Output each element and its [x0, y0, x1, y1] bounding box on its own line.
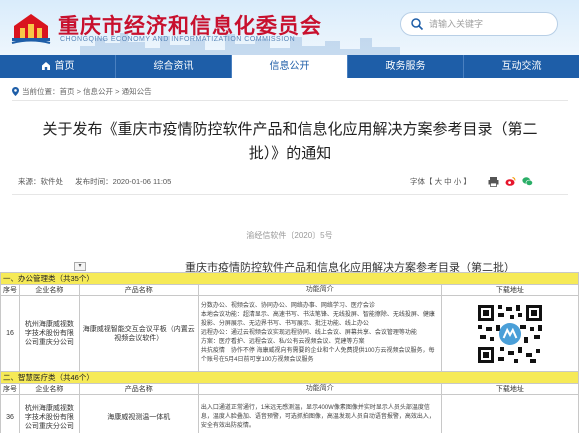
nav-item-home[interactable]: 首页	[0, 55, 116, 78]
search-input[interactable]	[429, 16, 551, 32]
category-label: 二、智慧医疗类（共46个）	[0, 371, 579, 384]
article-source: 来源：软件处	[18, 177, 63, 186]
breadcrumb-label: 当前位置：	[22, 87, 60, 96]
category-label: 一、办公管理类（共35个）	[0, 272, 579, 285]
table-header-row: 序号 企业名称 产品名称 功能简介 下载地址	[0, 284, 579, 296]
breadcrumb: 当前位置：首页 > 信息公开 > 通知公告	[12, 86, 152, 97]
column-header-company: 企业名称	[19, 383, 80, 395]
search-box[interactable]	[400, 12, 558, 36]
column-header-no: 序号	[0, 383, 20, 395]
row-product: 海康威视智能交互会议平板（内置云视频会议软件）	[78, 295, 199, 372]
breadcrumb-home[interactable]: 首页	[60, 87, 75, 96]
download-qr-code[interactable]	[475, 302, 544, 365]
divider	[12, 194, 568, 195]
table-category-row: 一、办公管理类（共35个）	[0, 272, 579, 285]
row-intro: 分数办公、视频会议、协同办公、网络办事、网络学习、医疗会诊 本地会议功能：超清显…	[197, 295, 442, 372]
article-date: 发布时间：2020-01-06 11:05	[75, 177, 172, 186]
nav-item-services[interactable]: 政务服务	[348, 55, 464, 78]
table-row: 36 杭州海康威视数字技术股份有限公司重庆分公司 海康威视测温一体机 出入口通道…	[0, 394, 579, 433]
column-header-intro: 功能简介	[197, 284, 442, 296]
article-title: 关于发布《重庆市疫情防控软件产品和信息化应用解决方案参考目录（第二批）》的通知	[42, 121, 538, 162]
print-icon[interactable]	[488, 174, 499, 187]
column-header-download: 下载地址	[440, 383, 579, 395]
column-header-company: 企业名称	[19, 284, 80, 296]
home-icon	[41, 62, 50, 70]
weibo-share-icon[interactable]	[505, 174, 516, 186]
row-product: 海康威视测温一体机	[78, 394, 199, 433]
row-download	[440, 394, 579, 433]
article-tools	[488, 174, 533, 187]
table-header-row: 序号 企业名称 产品名称 功能简介 下载地址	[0, 383, 579, 395]
row-number: 16	[0, 295, 20, 372]
location-pin-icon	[12, 87, 19, 96]
filter-dropdown-icon[interactable]: ▾	[74, 262, 86, 271]
column-header-no: 序号	[0, 284, 20, 296]
column-header-product: 产品名称	[78, 284, 199, 296]
nav-item-news[interactable]: 综合资讯	[116, 55, 232, 78]
column-header-intro: 功能简介	[197, 383, 442, 395]
breadcrumb-notices[interactable]: 通知公告	[122, 87, 152, 96]
font-size-switcher[interactable]: 字体【 大 中 小 】	[410, 176, 471, 187]
site-subtitle: CHONGQING ECONOMY AND INFORMATIZATION CO…	[60, 36, 296, 43]
breadcrumb-sep: >	[113, 87, 122, 96]
row-company: 杭州海康威视数字技术股份有限公司重庆分公司	[19, 295, 80, 372]
search-icon[interactable]	[410, 17, 424, 31]
table-row: 16 杭州海康威视数字技术股份有限公司重庆分公司 海康威视智能交互会议平板（内置…	[0, 295, 579, 372]
catalog-table: 一、办公管理类（共35个） 序号 企业名称 产品名称 功能简介 下载地址 16 …	[0, 272, 579, 433]
table-category-row: 二、智慧医疗类（共46个）	[0, 371, 579, 384]
column-header-download: 下载地址	[440, 284, 579, 296]
wechat-share-icon[interactable]	[522, 174, 533, 186]
column-header-product: 产品名称	[78, 383, 199, 395]
row-company: 杭州海康威视数字技术股份有限公司重庆分公司	[19, 394, 80, 433]
main-nav: 首页 综合资讯 信息公开 政务服务 互动交流	[0, 55, 579, 78]
nav-item-interaction[interactable]: 互动交流	[464, 55, 579, 78]
article-meta: 来源：软件处 发布时间：2020-01-06 11:05	[18, 176, 181, 187]
document-number: 渝经信软件〔2020〕5号	[246, 231, 333, 240]
row-number: 36	[0, 394, 20, 433]
breadcrumb-info[interactable]: 信息公开	[83, 87, 113, 96]
site-header: 重庆市经济和信息化委员会 CHONGQING ECONOMY AND INFOR…	[0, 0, 579, 55]
divider	[12, 100, 568, 101]
breadcrumb-sep: >	[74, 87, 84, 96]
row-download	[440, 295, 579, 372]
commission-logo	[11, 14, 51, 44]
row-intro: 出入口通道正常通行，1米远无感测温，显示400W像素图像并实时显示人员头部温度信…	[197, 394, 442, 433]
nav-item-info-disclosure[interactable]: 信息公开	[232, 55, 348, 78]
nav-item-label: 首页	[54, 61, 75, 72]
